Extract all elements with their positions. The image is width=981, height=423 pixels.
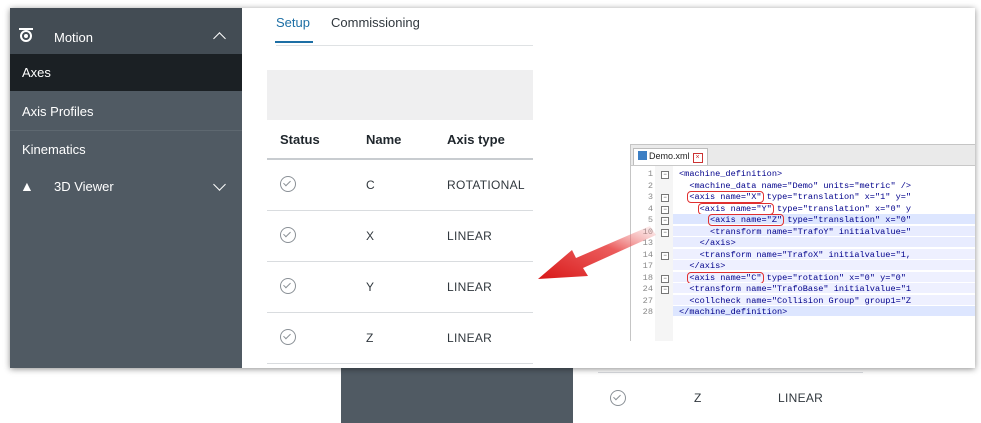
code-line: <transform name="TrafoX" initialvalue="1… xyxy=(679,249,912,260)
axis-type: LINEAR xyxy=(447,280,493,294)
code-line: <transform name="TrafoBase" initialvalue… xyxy=(679,284,912,294)
close-icon[interactable]: × xyxy=(692,153,703,163)
background-panel xyxy=(341,368,573,423)
fold-toggle-icon[interactable]: − xyxy=(661,286,669,294)
editor-tab-bar: Demo.xml × xyxy=(631,145,975,166)
sidebar-item-label: Axis Profiles xyxy=(22,104,94,119)
tab-commissioning[interactable]: Commissioning xyxy=(331,15,420,30)
table-row[interactable]: Y LINEAR xyxy=(267,262,533,313)
header-name[interactable]: Name xyxy=(366,132,401,147)
sidebar-item-3d-viewer[interactable]: ▲ 3D Viewer xyxy=(10,168,242,205)
code-line: <transform name="TrafoY" initialvalue=" xyxy=(679,226,912,237)
chevron-down-icon[interactable] xyxy=(213,178,226,191)
code-line: </axis> xyxy=(679,261,726,271)
fold-toggle-icon[interactable]: − xyxy=(661,251,669,260)
sidebar-item-label: Axes xyxy=(22,65,51,80)
sidebar-item-label: Kinematics xyxy=(22,142,86,157)
sidebar-header-motion[interactable]: Motion xyxy=(10,8,242,54)
line-number: 13 xyxy=(642,238,653,248)
fold-toggle-icon[interactable]: − xyxy=(661,194,669,202)
header-axis-type[interactable]: Axis type xyxy=(447,132,505,147)
editor-body[interactable]: 1 <machine_definition> −2 <machine_data na… xyxy=(631,166,975,341)
editor-tab-label: Demo.xml xyxy=(649,151,690,161)
sidebar-item-axes[interactable]: Axes xyxy=(10,54,242,91)
table-header: Status Name Axis type xyxy=(267,120,533,160)
line-number: 18 xyxy=(642,272,653,283)
check-circle-icon xyxy=(610,390,626,406)
sidebar-item-kinematics[interactable]: Kinematics xyxy=(10,130,242,167)
table-row[interactable]: X LINEAR xyxy=(267,211,533,262)
line-number: 4 xyxy=(647,203,653,214)
code-line: <machine_definition> xyxy=(679,169,783,179)
sidebar-item-axis-profiles[interactable]: Axis Profiles xyxy=(10,93,242,130)
line-number: 14 xyxy=(642,249,653,260)
axis-highlight-box xyxy=(687,191,764,203)
editor-tab[interactable]: Demo.xml × xyxy=(633,148,708,165)
check-circle-icon xyxy=(280,176,296,192)
screenshot-frame: Motion Axes Axis Profiles Kinematics ▲ 3… xyxy=(10,8,975,368)
check-circle-icon xyxy=(280,278,296,294)
fold-toggle-icon[interactable]: − xyxy=(661,274,669,283)
fold-toggle-icon[interactable]: − xyxy=(661,217,669,225)
sidebar: Motion Axes Axis Profiles Kinematics ▲ 3… xyxy=(10,8,242,368)
3d-viewer-icon: ▲ xyxy=(20,178,34,194)
axis-type: ROTATIONAL xyxy=(447,178,525,192)
tab-bar: Setup Commissioning xyxy=(275,8,533,46)
axis-name: X xyxy=(366,229,375,243)
fold-toggle-icon[interactable]: − xyxy=(661,205,669,214)
file-icon xyxy=(638,151,647,160)
code-line: </machine_definition> xyxy=(679,307,788,317)
table-row[interactable]: C ROTATIONAL xyxy=(267,160,533,211)
axis-type: LINEAR xyxy=(778,391,824,405)
line-number: 17 xyxy=(642,261,653,271)
sidebar-item-label: 3D Viewer xyxy=(54,179,114,194)
tab-setup[interactable]: Setup xyxy=(275,15,313,43)
axis-highlight-box xyxy=(708,214,785,226)
table-row[interactable]: Z LINEAR xyxy=(267,313,533,364)
sidebar-header-label: Motion xyxy=(54,30,94,45)
line-number: 5 xyxy=(647,215,653,225)
motion-icon xyxy=(19,28,33,42)
check-circle-icon xyxy=(280,227,296,243)
line-number: 28 xyxy=(642,307,653,317)
code-line: <machine_data name="Demo" units="metric"… xyxy=(679,180,912,191)
toolbar-area xyxy=(267,70,533,120)
axis-highlight-box xyxy=(697,202,775,215)
axis-type: LINEAR xyxy=(447,331,493,345)
axis-highlight-box xyxy=(687,271,764,284)
code-line: </axis> xyxy=(679,238,736,248)
line-number: 27 xyxy=(642,295,653,306)
line-number: 2 xyxy=(647,180,653,191)
line-number: 10 xyxy=(642,226,653,237)
axis-name: Y xyxy=(366,280,375,294)
line-number: 1 xyxy=(647,169,653,179)
axis-type: LINEAR xyxy=(447,229,493,243)
axis-name: C xyxy=(366,178,375,192)
line-number: 24 xyxy=(642,284,653,294)
line-number: 3 xyxy=(647,192,653,202)
axis-name: Z xyxy=(694,391,702,405)
check-circle-icon xyxy=(280,329,296,345)
header-status[interactable]: Status xyxy=(280,132,320,147)
background-table-row: Z LINEAR xyxy=(598,372,863,423)
axis-name: Z xyxy=(366,331,374,345)
chevron-up-icon[interactable] xyxy=(213,32,226,45)
xml-editor: Demo.xml × 1 <machine_definition> −2 <machi… xyxy=(630,144,975,341)
code-line: <collcheck name="Collision Group" group1… xyxy=(679,295,912,306)
fold-toggle-icon[interactable]: − xyxy=(661,171,669,179)
fold-toggle-icon[interactable]: − xyxy=(661,228,669,237)
